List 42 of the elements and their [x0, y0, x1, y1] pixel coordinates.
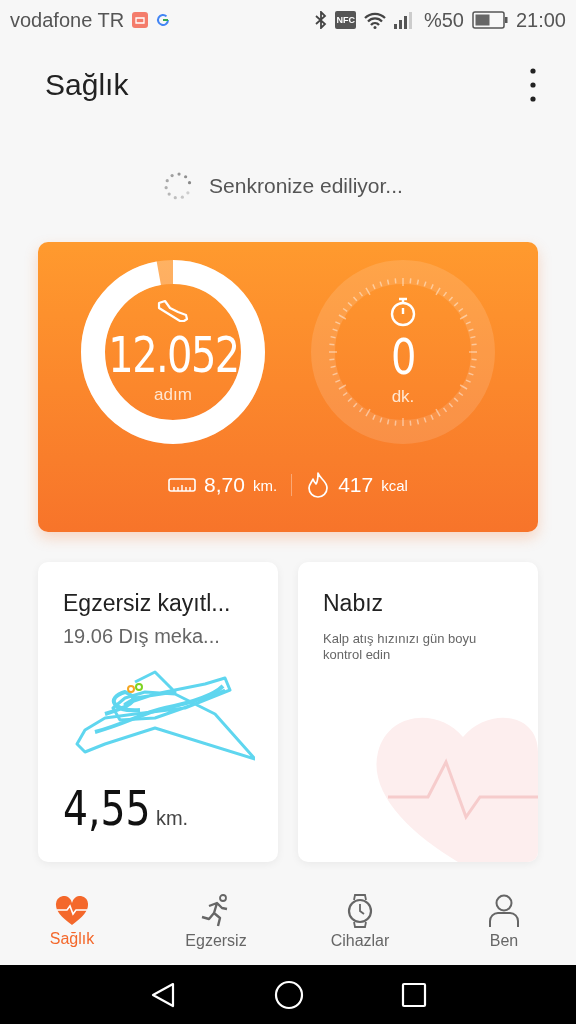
sync-status: Senkronize ediliyor... — [209, 174, 403, 198]
battery-percent: %50 — [423, 8, 464, 32]
nav-tab[interactable]: Sağlık — [0, 879, 144, 965]
google-icon — [156, 13, 171, 27]
bluetooth-icon — [315, 11, 328, 29]
stat-unit: km. — [253, 476, 278, 494]
nav-tab[interactable]: Cihazlar — [288, 879, 432, 965]
wifi-icon — [363, 11, 386, 29]
stat-value: 8,70 — [204, 473, 245, 497]
stat-unit: kcal — [381, 476, 408, 494]
card-description: Kalp atış hızınızı gün boyu kontrol edin — [323, 631, 478, 663]
heart-rate-card[interactable]: Nabız Kalp atış hızınızı gün boyu kontrol edin — [298, 562, 538, 862]
ring-unit: adım — [154, 385, 192, 405]
stopwatch-icon — [388, 297, 418, 327]
carrier-name: vodafone TR — [10, 8, 125, 32]
ring-value: 12.052 — [107, 325, 239, 385]
ring-unit: dk. — [391, 387, 415, 407]
exercise-card[interactable]: Egzersiz kayıtl... 19.06 Dış meka... 4,55 km. — [38, 562, 278, 862]
battery-icon — [471, 11, 508, 29]
page-title: Sağlık — [45, 68, 129, 102]
nfc-icon: NFC — [335, 11, 356, 29]
ruler-icon — [168, 477, 197, 493]
nav-tab[interactable]: Ben — [432, 879, 576, 965]
card-title: Egzersiz kayıtl... — [63, 590, 232, 617]
distance-value: 4,55 — [63, 780, 151, 836]
nav-tab[interactable]: Egzersiz — [144, 879, 288, 965]
home-button[interactable] — [274, 979, 304, 1010]
watch-icon — [346, 894, 374, 928]
recents-button[interactable] — [401, 981, 428, 1008]
loading-spinner-icon — [163, 171, 194, 201]
clock: 21:00 — [515, 8, 566, 32]
flame-icon — [306, 472, 331, 498]
card-title: Nabız — [323, 590, 385, 617]
card-subtitle: 19.06 Dış meka... — [63, 625, 221, 648]
mail-icon — [132, 12, 149, 28]
ring-value: 0 — [391, 327, 415, 387]
shoe-icon — [156, 299, 190, 325]
distance-unit: km. — [155, 807, 189, 830]
person-icon — [488, 894, 520, 928]
heart-pulse-icon — [55, 896, 89, 926]
more-menu-icon[interactable] — [530, 68, 536, 102]
stat-value: 417 — [338, 473, 374, 497]
